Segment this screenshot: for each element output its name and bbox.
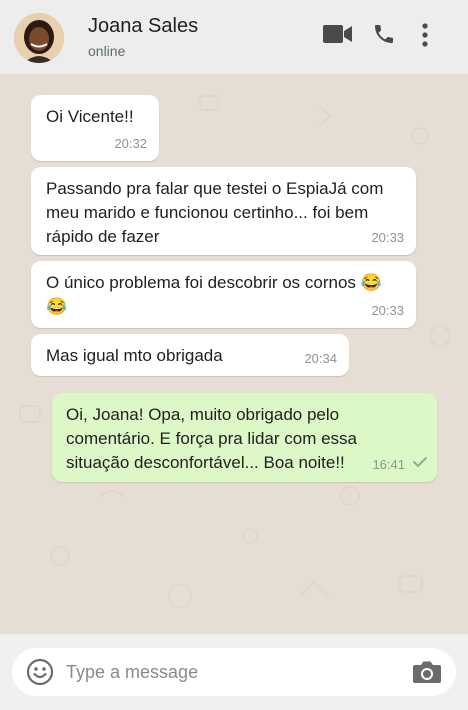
message-bubble-incoming[interactable]: Oi Vicente!! 20:32 [31,95,159,161]
message-text: O único problema foi descobrir os cornos… [46,273,382,316]
more-options-icon[interactable] [420,22,430,53]
message-time: 20:33 [371,230,404,245]
message-time: 20:33 [371,303,404,318]
message-text: Passando pra falar que testei o EspiaJá … [46,179,384,246]
message-text: Oi, Joana! Opa, muito obrigado pelo come… [66,405,358,472]
message-bubble-outgoing[interactable]: Oi, Joana! Opa, muito obrigado pelo come… [52,393,437,482]
video-call-icon[interactable] [323,24,353,49]
contact-status: online [88,43,126,59]
message-text: Mas igual mto obrigada [46,346,223,365]
chat-header: Joana Sales online [0,0,468,75]
phone-icon[interactable] [372,22,396,51]
message-time: 16:41 [372,457,405,472]
message-time: 20:32 [114,136,147,151]
message-input-container[interactable] [12,648,456,696]
avatar-photo [14,13,64,63]
message-bubble-incoming[interactable]: Passando pra falar que testei o EspiaJá … [31,167,416,255]
sent-check-icon [412,451,428,475]
message-text: Oi Vicente!! [46,107,134,126]
chat-area[interactable]: Oi Vicente!! 20:32 Passando pra falar qu… [0,76,468,634]
contact-name[interactable]: Joana Sales [88,15,198,38]
message-bubble-incoming[interactable]: Mas igual mto obrigada 20:34 [31,334,349,376]
message-bubble-incoming[interactable]: O único problema foi descobrir os cornos… [31,261,416,328]
message-input[interactable] [66,656,396,688]
avatar[interactable] [14,13,64,63]
composer-bar [0,634,468,710]
message-time: 20:34 [304,351,337,366]
camera-icon[interactable] [412,659,442,690]
emoji-icon[interactable] [26,658,54,691]
